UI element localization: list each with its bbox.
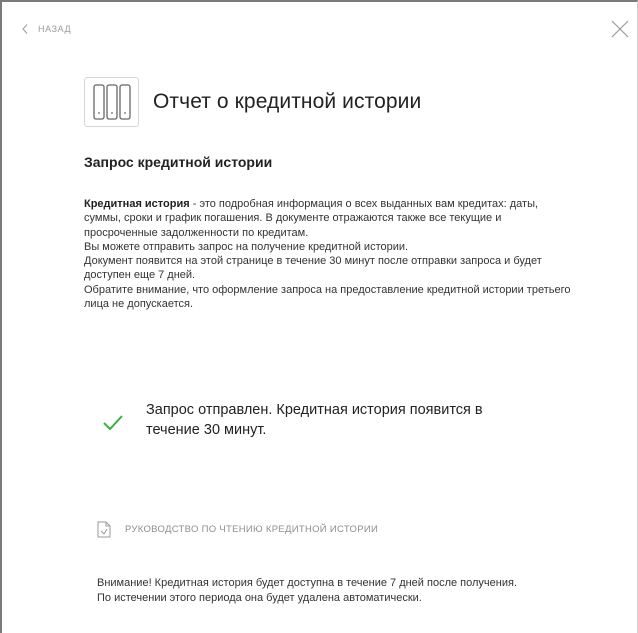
description-line: Обратите внимание, что оформление запрос… xyxy=(84,283,571,311)
description-intro: Кредитная история - это подробная информ… xyxy=(84,197,574,240)
checkmark-icon xyxy=(103,415,123,431)
close-icon[interactable] xyxy=(611,20,629,38)
notice-line: По истечении этого периода она будет уда… xyxy=(97,592,422,604)
chevron-left-icon xyxy=(22,24,28,34)
status-message: Запрос отправлен. Кредитная история появ… xyxy=(102,400,526,440)
report-panel: НАЗАД Отчет о кредитной истории Запрос к… xyxy=(0,0,638,633)
guide-label: РУКОВОДСТВО ПО ЧТЕНИЮ КРЕДИТНОЙ ИСТОРИИ xyxy=(125,524,379,535)
document-icon xyxy=(97,521,111,538)
document-columns-icon xyxy=(84,77,139,127)
credit-history-guide-link[interactable]: РУКОВОДСТВО ПО ЧТЕНИЮ КРЕДИТНОЙ ИСТОРИИ xyxy=(97,521,378,538)
back-label: НАЗАД xyxy=(38,24,72,34)
description-line: Вы можете отправить запрос на получение … xyxy=(84,240,409,253)
title-row: Отчет о кредитной истории xyxy=(84,77,421,127)
description: Кредитная история - это подробная информ… xyxy=(84,197,574,311)
page-title: Отчет о кредитной истории xyxy=(153,90,422,113)
description-term: Кредитная история xyxy=(84,198,190,210)
section-title: Запрос кредитной истории xyxy=(84,154,273,170)
notice: Внимание! Кредитная история будет доступ… xyxy=(97,576,577,606)
status-text: Запрос отправлен. Кредитная история появ… xyxy=(146,402,483,438)
description-line: Документ появится на этой странице в теч… xyxy=(84,255,542,282)
notice-line: Внимание! Кредитная история будет доступ… xyxy=(97,577,517,589)
back-button[interactable]: НАЗАД xyxy=(22,24,71,34)
